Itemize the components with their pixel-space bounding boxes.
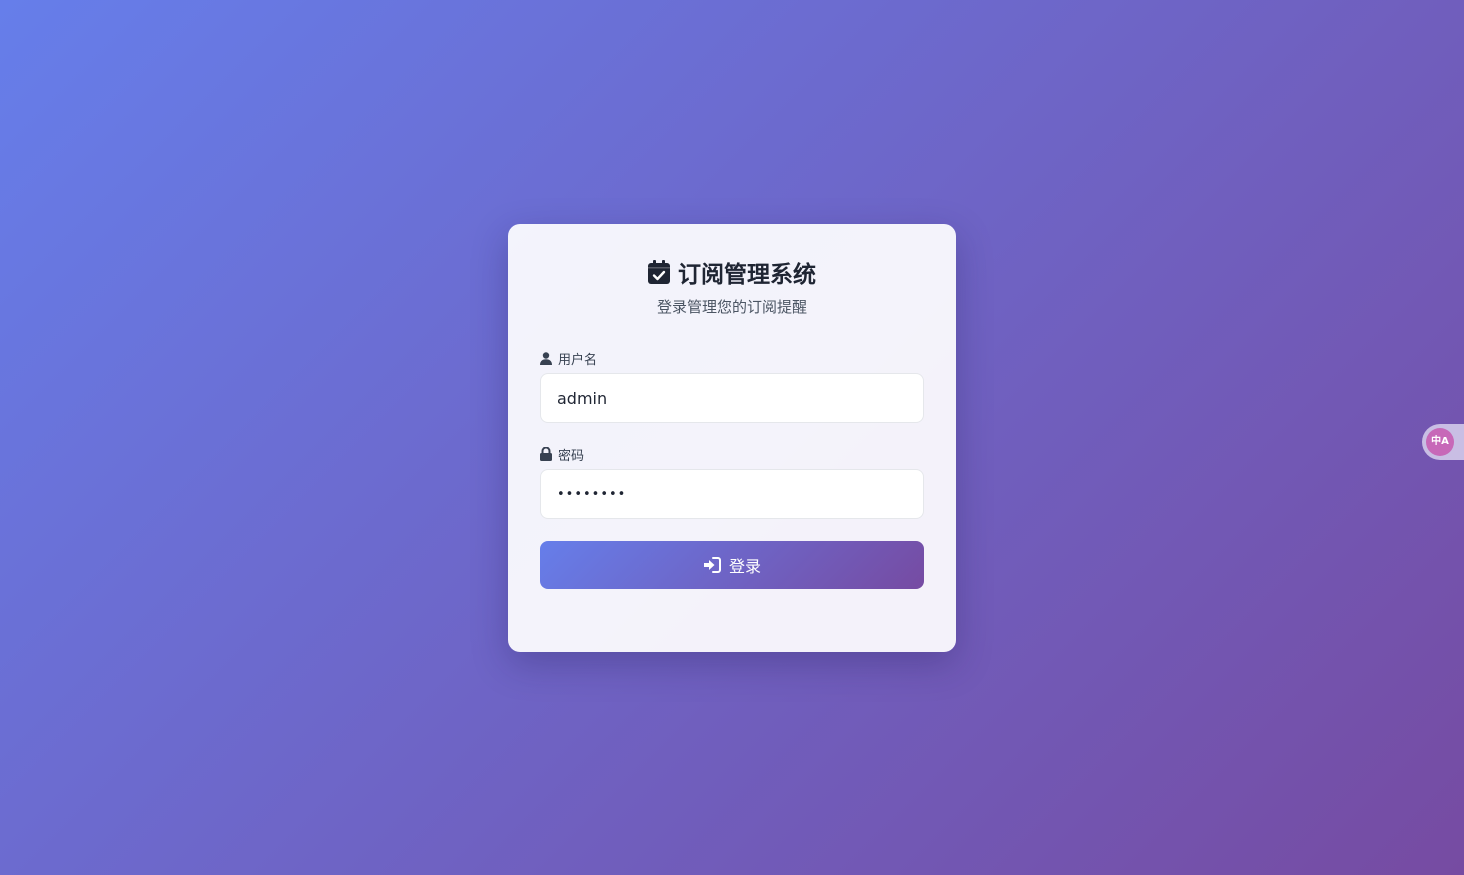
username-field: 用户名: [540, 349, 924, 423]
calendar-check-icon: [648, 260, 670, 284]
password-label: 密码: [540, 445, 924, 464]
lock-icon: [540, 447, 552, 461]
login-card: 订阅管理系统 登录管理您的订阅提醒 用户名 密码: [508, 224, 956, 652]
login-header: 订阅管理系统 登录管理您的订阅提醒: [540, 256, 924, 317]
user-icon: [540, 351, 552, 365]
password-field: 密码: [540, 445, 924, 519]
username-label-text: 用户名: [558, 352, 598, 368]
translate-icon: 中A: [1426, 428, 1454, 456]
page-subtitle: 登录管理您的订阅提醒: [656, 298, 807, 316]
title-text: 订阅管理系统: [678, 262, 816, 288]
login-button-label: 登录: [728, 557, 761, 576]
password-label-text: 密码: [558, 448, 585, 464]
username-input[interactable]: [540, 373, 924, 423]
translate-widget[interactable]: 中A: [1422, 424, 1464, 460]
sign-in-icon: [703, 557, 721, 573]
username-label: 用户名: [540, 349, 924, 368]
page-title: 订阅管理系统: [540, 256, 924, 288]
login-button[interactable]: 登录: [540, 541, 924, 589]
password-input[interactable]: [540, 469, 924, 519]
